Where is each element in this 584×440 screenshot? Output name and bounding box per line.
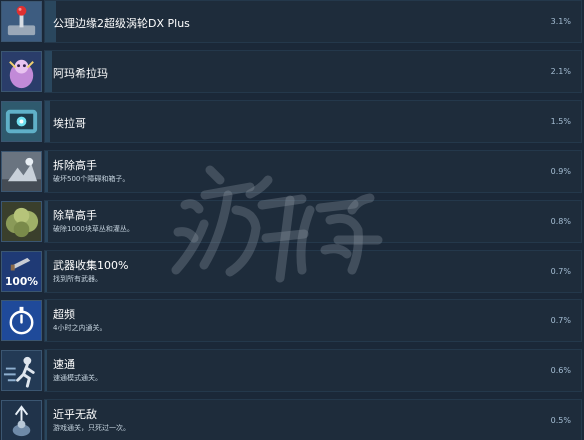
- progress-fill: [45, 350, 48, 391]
- unlock-percentage: 0.7%: [550, 316, 571, 325]
- progress-fill: [45, 151, 49, 192]
- achievement-title: 超频: [53, 308, 75, 321]
- stopwatch-icon: [1, 300, 42, 341]
- achievement-title: 拆除高手: [53, 159, 97, 172]
- weapon-100-icon: 100%: [1, 251, 42, 292]
- achievement-description: 4小时之内通关。: [53, 324, 107, 332]
- boss-creature-icon: [1, 51, 42, 92]
- unlock-percentage: 0.8%: [550, 217, 571, 226]
- achievement-row: 公理边缘2超级涡轮DX Plus 3.1%: [0, 0, 584, 43]
- progress-bar: 埃拉哥 1.5%: [44, 100, 582, 143]
- unlock-percentage: 2.1%: [550, 67, 571, 76]
- achievement-row: 拆除高手破坏500个障碍和箱子。 0.9%: [0, 150, 584, 193]
- unlock-percentage: 0.5%: [550, 416, 571, 425]
- achievement-description: 破坏500个障碍和箱子。: [53, 175, 130, 183]
- achievement-description: 游戏通关，只死过一次。: [53, 424, 130, 432]
- speedrunner-icon: [1, 350, 42, 391]
- achievement-title: 除草高手: [53, 209, 97, 222]
- achievement-description: 找到所有武器。: [53, 275, 102, 283]
- achievement-title: 近乎无敌: [53, 408, 97, 421]
- achievement-list: 公理边缘2超级涡轮DX Plus 3.1% 阿玛希拉玛 2.1% 埃拉哥 1.5% 拆除高手…: [0, 0, 584, 440]
- achievement-title: 公理边缘2超级涡轮DX Plus: [53, 17, 190, 30]
- progress-bar: 公理边缘2超级涡轮DX Plus 3.1%: [44, 0, 582, 43]
- achievement-title: 埃拉哥: [53, 117, 86, 130]
- bush-icon: [1, 201, 42, 242]
- unlock-percentage: 0.6%: [550, 366, 571, 375]
- svg-text:100%: 100%: [5, 275, 38, 288]
- achievement-row: 阿玛希拉玛 2.1%: [0, 50, 584, 93]
- achievement-row: 除草高手破除1000块草丛和灌丛。 0.8%: [0, 200, 584, 243]
- machine-boss-icon: [1, 101, 42, 142]
- progress-bar: 阿玛希拉玛 2.1%: [44, 50, 582, 93]
- achievement-title: 速通: [53, 358, 75, 371]
- progress-fill: [45, 51, 53, 92]
- progress-bar: 速通速通模式通关。 0.6%: [44, 349, 582, 392]
- progress-fill: [45, 300, 48, 341]
- achievement-row: 埃拉哥 1.5%: [0, 100, 584, 143]
- arcade-joystick-icon: [1, 1, 42, 42]
- achievement-description: 速通模式通关。: [53, 374, 102, 382]
- achievement-title: 武器收集100%: [53, 259, 129, 272]
- progress-fill: [45, 201, 48, 242]
- ghost-ascend-icon: [1, 400, 42, 440]
- progress-bar: 武器收集100% 找到所有武器。 0.7%: [44, 250, 582, 293]
- unlock-percentage: 1.5%: [550, 117, 571, 126]
- progress-fill: [45, 400, 47, 440]
- unlock-percentage: 0.7%: [550, 267, 571, 276]
- achievement-row: 超频 4小时之内通关。 0.7%: [0, 299, 584, 342]
- achievement-description: 破除1000块草丛和灌丛。: [53, 225, 134, 233]
- achievement-row: 速通速通模式通关。 0.6%: [0, 349, 584, 392]
- progress-bar: 近乎无敌游戏通关，只死过一次。 0.5%: [44, 399, 582, 440]
- achievement-row: 近乎无敌游戏通关，只死过一次。 0.5%: [0, 399, 584, 440]
- progress-bar: 拆除高手破坏500个障碍和箱子。 0.9%: [44, 150, 582, 193]
- progress-bar: 超频 4小时之内通关。 0.7%: [44, 299, 582, 342]
- achievement-title: 阿玛希拉玛: [53, 67, 108, 80]
- progress-fill: [45, 251, 48, 292]
- progress-fill: [45, 101, 51, 142]
- demolition-icon: [1, 151, 42, 192]
- achievement-row: 100% 武器收集100% 找到所有武器。 0.7%: [0, 250, 584, 293]
- progress-bar: 除草高手破除1000块草丛和灌丛。 0.8%: [44, 200, 582, 243]
- unlock-percentage: 0.9%: [550, 167, 571, 176]
- unlock-percentage: 3.1%: [550, 17, 571, 26]
